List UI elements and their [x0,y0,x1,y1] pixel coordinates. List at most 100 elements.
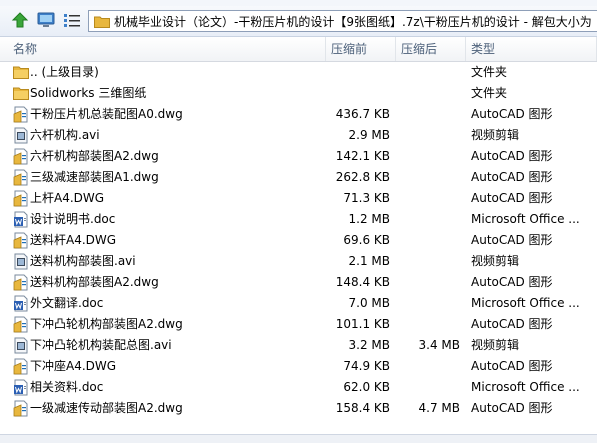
file-packed-size [390,83,460,104]
file-name: 下冲凸轮机构部装图A2.dwg [30,317,183,331]
file-name: 送料机构部装图A2.dwg [30,275,159,289]
column-name[interactable]: 名称 [0,37,326,61]
file-name: 一级减速传动部装图A2.dwg [30,401,183,415]
file-name: 上杆A4.DWG [30,191,105,205]
file-row[interactable]: 下冲凸轮机构装配总图.avi 3.2 MB 3.4 MB 视频剪辑 [0,335,597,356]
file-name: 送料杆A4.DWG [30,233,117,247]
file-size: 148.4 KB [335,275,390,289]
file-size: 74.9 KB [343,359,390,373]
file-type: AutoCAD 图形 [471,170,553,184]
file-type: 视频剪辑 [471,128,520,142]
file-packed-size: 3.4 MB [418,338,460,352]
file-type: 文件夹 [471,65,508,79]
file-packed-size [390,251,460,272]
file-size: 1.2 MB [348,212,390,226]
file-row[interactable]: 六杆机构.avi 2.9 MB 视频剪辑 [0,125,597,146]
dwg-file-icon [13,232,29,249]
file-packed-size [390,293,460,314]
file-name: 外文翻译.doc [30,296,104,310]
doc-file-icon [13,295,29,312]
details-list-icon [64,14,80,27]
file-packed-size [390,230,460,251]
file-name: 设计说明书.doc [30,212,116,226]
dwg-file-icon [13,400,29,417]
file-size [290,62,390,83]
file-type: AutoCAD 图形 [471,233,553,247]
file-packed-size [390,356,460,377]
file-row[interactable]: 六杆机构部装图A2.dwg 142.1 KB AutoCAD 图形 [0,146,597,167]
dwg-file-icon [13,316,29,333]
column-packed[interactable]: 压缩后 [396,37,466,61]
file-row[interactable]: 干粉压片机总装配图A0.dwg 436.7 KB AutoCAD 图形 [0,104,597,125]
file-type: 视频剪辑 [471,338,520,352]
file-size: 436.7 KB [335,107,390,121]
file-row[interactable]: 下冲凸轮机构部装图A2.dwg 101.1 KB AutoCAD 图形 [0,314,597,335]
file-type: AutoCAD 图形 [471,107,553,121]
address-path: 机械毕业设计（论文）-干粉压片机的设计【9张图纸】.7z\干粉压片机的设计 - … [114,14,592,29]
dwg-file-icon [13,358,29,375]
file-packed-size [390,146,460,167]
file-name: 干粉压片机总装配图A0.dwg [30,107,183,121]
file-type: AutoCAD 图形 [471,317,553,331]
file-type: Microsoft Office ... [471,380,580,394]
file-type: AutoCAD 图形 [471,191,553,205]
file-type: AutoCAD 图形 [471,149,553,163]
file-name: 三级减速部装图A1.dwg [30,170,159,184]
file-row[interactable]: 送料机构部装图.avi 2.1 MB 视频剪辑 [0,251,597,272]
file-name: 下冲凸轮机构装配总图.avi [30,338,172,352]
file-size: 158.4 KB [335,401,390,415]
file-name: 六杆机构部装图A2.dwg [30,149,159,163]
file-row[interactable]: Solidworks 三维图纸 文件夹 [0,83,597,104]
file-row[interactable]: 三级减速部装图A1.dwg 262.8 KB AutoCAD 图形 [0,167,597,188]
file-row[interactable]: 外文翻译.doc 7.0 MB Microsoft Office ... [0,293,597,314]
doc-file-icon [13,379,29,396]
file-packed-size [390,314,460,335]
file-row[interactable]: 上杆A4.DWG 71.3 KB AutoCAD 图形 [0,188,597,209]
file-type: AutoCAD 图形 [471,359,553,373]
view-details-button[interactable] [62,10,82,30]
file-name: .. (上级目录) [30,65,99,79]
file-row[interactable]: 一级减速传动部装图A2.dwg 158.4 KB 4.7 MB AutoCAD 图形 [0,398,597,419]
file-name: 六杆机构.avi [30,128,100,142]
up-arrow-icon [11,12,29,28]
file-size: 62.0 KB [343,380,390,394]
file-row[interactable]: 相关资料.doc 62.0 KB Microsoft Office ... [0,377,597,398]
file-packed-size [390,167,460,188]
file-packed-size: 4.7 MB [418,401,460,415]
file-size [290,83,390,104]
file-size: 3.2 MB [348,338,390,352]
file-row[interactable]: 送料杆A4.DWG 69.6 KB AutoCAD 图形 [0,230,597,251]
file-row[interactable]: 送料机构部装图A2.dwg 148.4 KB AutoCAD 图形 [0,272,597,293]
file-size: 2.9 MB [348,128,390,142]
folder-icon [13,64,29,81]
file-name: 下冲座A4.DWG [30,359,117,373]
file-name: Solidworks 三维图纸 [30,86,147,100]
dwg-file-icon [13,106,29,123]
file-row[interactable]: .. (上级目录) 文件夹 [0,62,597,83]
file-size: 69.6 KB [343,233,390,247]
column-size[interactable]: 压缩前 [326,37,396,61]
file-type: Microsoft Office ... [471,296,580,310]
dwg-file-icon [13,169,29,186]
file-size: 71.3 KB [343,191,390,205]
column-type[interactable]: 类型 [466,37,597,61]
video-file-icon [13,253,29,270]
file-packed-size [390,104,460,125]
dwg-file-icon [13,274,29,291]
file-packed-size [390,62,460,83]
file-size: 142.1 KB [335,149,390,163]
file-packed-size [390,188,460,209]
address-bar[interactable]: 机械毕业设计（论文）-干粉压片机的设计【9张图纸】.7z\干粉压片机的设计 - … [88,10,597,32]
video-file-icon [13,127,29,144]
view-thumbnails-button[interactable] [36,10,56,30]
file-name: 相关资料.doc [30,380,104,394]
file-type: 视频剪辑 [471,254,520,268]
dwg-file-icon [13,190,29,207]
column-header: 名称 压缩前 压缩后 类型 [0,37,597,62]
file-row[interactable]: 下冲座A4.DWG 74.9 KB AutoCAD 图形 [0,356,597,377]
file-packed-size [390,125,460,146]
file-packed-size [390,377,460,398]
up-folder-button[interactable] [10,10,30,30]
file-row[interactable]: 设计说明书.doc 1.2 MB Microsoft Office ... [0,209,597,230]
file-size: 262.8 KB [335,170,390,184]
